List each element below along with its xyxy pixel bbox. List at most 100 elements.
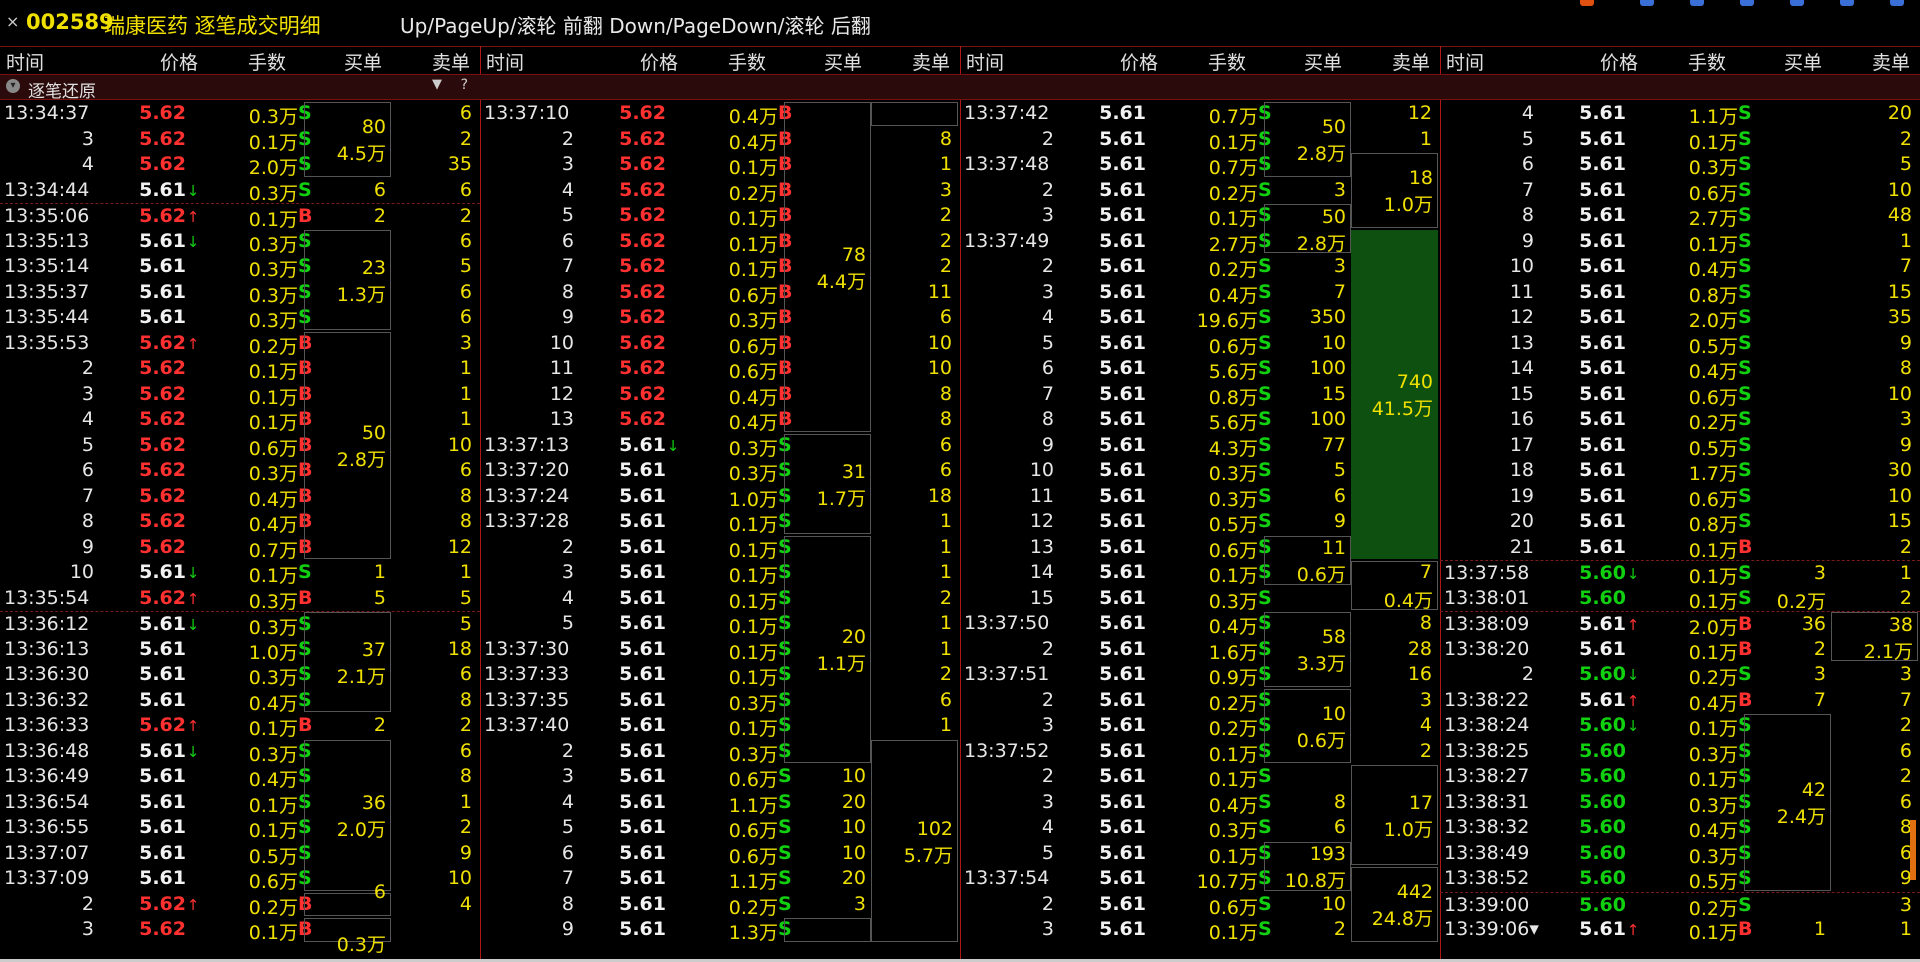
table-row[interactable]: 13:39:00 5.60 0.2万 S 3 [1440, 891, 1920, 920]
sell-order-group[interactable]: 17 1.0万 [1351, 765, 1438, 865]
table-row[interactable]: 2 5.62↑ 0.2万 B 4 [0, 892, 480, 919]
column-header-sell[interactable]: 卖单 [432, 48, 470, 75]
table-row[interactable]: 3 5.62 0.1万 B 1 [0, 382, 480, 409]
column-header-sell[interactable]: 卖单 [1872, 48, 1910, 75]
table-row[interactable]: 13:35:13 5.61↓ 0.3万 S 6 [0, 229, 480, 256]
buy-order-group[interactable]: 0.3万 [304, 918, 391, 956]
table-row[interactable]: 4 5.62 0.2万 B 3 [480, 178, 960, 205]
table-row[interactable]: 13:36:12 5.61↓ 0.3万 S 5 [0, 611, 480, 639]
table-row[interactable]: 9 5.62 0.3万 B 6 [480, 305, 960, 332]
table-row[interactable]: 12 5.61 2.0万 S 35 [1440, 305, 1920, 332]
table-row[interactable]: 11 5.62 0.6万 B 10 [480, 356, 960, 383]
toolbar-icon-4[interactable] [1790, 0, 1804, 6]
buy-order-group[interactable]: 50 2.8万 [1264, 102, 1351, 177]
toolbar-icon-2[interactable] [1690, 0, 1704, 6]
scrollbar-thumb[interactable] [1910, 820, 1916, 880]
table-row[interactable]: 13:36:30 5.61 0.3万 S 6 [0, 662, 480, 689]
toolbar-icon-3[interactable] [1740, 0, 1754, 6]
table-row[interactable]: 4 5.61 0.1万 S 2 [480, 586, 960, 613]
table-row[interactable]: 13:36:32 5.61 0.4万 S 8 [0, 688, 480, 715]
buy-order-group[interactable]: 50 2.8万 [1264, 204, 1351, 255]
table-row[interactable]: 2 5.62 0.1万 B 1 [0, 356, 480, 383]
table-row[interactable]: 10 5.61↓ 0.1万 S 1 1 [0, 560, 480, 587]
table-row[interactable]: 13:35:53 5.62↑ 0.2万 B 3 [0, 331, 480, 358]
table-row[interactable]: 18 5.61 1.7万 S 30 [1440, 458, 1920, 485]
table-row[interactable]: 13:37:07 5.61 0.5万 S 9 [0, 841, 480, 868]
table-row[interactable]: 8 5.62 0.6万 B 11 [480, 280, 960, 307]
table-row[interactable]: 5 5.62 0.6万 B 10 [0, 433, 480, 460]
table-row[interactable]: 13:37:40 5.61 0.1万 S 1 [480, 713, 960, 740]
table-row[interactable]: 13:36:13 5.61 1.0万 S 18 [0, 637, 480, 664]
table-row[interactable]: 13:37:33 5.61 0.1万 S 2 [480, 662, 960, 689]
table-row[interactable]: 5 5.61 0.1万 S 2 [1440, 127, 1920, 154]
toolbar-icon-6[interactable] [1890, 0, 1904, 6]
buy-order-group[interactable]: 58 3.3万 [1264, 612, 1351, 687]
table-row[interactable]: 10 5.62 0.6万 B 10 [480, 331, 960, 358]
table-row[interactable]: 13:36:48 5.61↓ 0.3万 S 6 [0, 739, 480, 766]
table-row[interactable]: 6 5.62 0.1万 B 2 [480, 229, 960, 256]
table-row[interactable]: 13:35:44 5.61 0.3万 S 6 [0, 305, 480, 332]
close-icon[interactable]: × [6, 12, 19, 31]
buy-order-group[interactable]: 37 2.1万 [304, 612, 391, 712]
table-row[interactable]: 3 5.62 0.1万 B 1 [480, 152, 960, 179]
table-row[interactable]: 13:37:42 5.61 0.7万 S 12 [960, 101, 1440, 128]
table-row[interactable]: 20 5.61 0.8万 S 15 [1440, 509, 1920, 536]
table-row[interactable]: 3 5.62 0.1万 B [0, 917, 480, 944]
table-row[interactable]: 13:35:54 5.62↑ 0.3万 B 5 5 [0, 586, 480, 613]
table-row[interactable]: 13:37:20 5.61 0.3万 S 6 [480, 458, 960, 485]
buy-order-group[interactable]: 10 0.6万 [1264, 688, 1351, 763]
table-row[interactable]: 13:38:01 5.60 0.1万 S 2 0.2万 [1440, 586, 1920, 613]
table-row[interactable]: 8 5.61 2.7万 S 48 [1440, 203, 1920, 230]
buy-order-group[interactable]: 42 2.4万 [1744, 714, 1831, 891]
table-row[interactable]: 13:36:49 5.61 0.4万 S 8 [0, 764, 480, 791]
table-row[interactable]: 13:36:54 5.61 0.1万 S 1 [0, 790, 480, 817]
buy-order-group[interactable]: 6 [304, 881, 391, 916]
table-row[interactable]: 4 5.62 2.0万 S 35 [0, 152, 480, 179]
collapse-icon[interactable]: ▾ [6, 79, 20, 93]
column-header-time[interactable]: 时间 [486, 48, 524, 75]
table-row[interactable]: 13:38:22 5.61↑ 0.4万 B 7 7 [1440, 688, 1920, 715]
table-row[interactable]: 13:34:37 5.62 0.3万 S 6 [0, 101, 480, 128]
buy-order-group[interactable]: 50 2.8万 [304, 331, 391, 559]
sell-order-group[interactable]: 102 5.7万 [871, 739, 958, 942]
table-row[interactable]: 7 5.62 0.1万 B 2 [480, 254, 960, 281]
table-row[interactable]: 13:38:25 5.60 0.3万 S 6 [1440, 739, 1920, 766]
restore-label[interactable]: 逐笔还原 [28, 77, 96, 102]
buy-order-group[interactable]: 78 4.4万 [784, 102, 871, 432]
table-row[interactable]: 2 5.62 0.4万 B 8 [480, 127, 960, 154]
sell-order-group[interactable]: 0.4万 [1351, 561, 1438, 612]
buy-order-group[interactable]: 193 10.8万 [1264, 841, 1351, 892]
table-row[interactable]: 13:39:06▾ 5.61↑ 0.1万 B 1 1 [1440, 917, 1920, 944]
table-row[interactable]: 2 5.60↓ 0.2万 S 3 3 [1440, 662, 1920, 689]
sell-order-group[interactable]: 38 2.1万 [1831, 612, 1918, 663]
column-header-time[interactable]: 时间 [1446, 48, 1484, 75]
sell-order-group[interactable] [871, 102, 958, 126]
column-header-volume[interactable]: 手数 [248, 48, 286, 75]
table-row[interactable]: 13:38:52 5.60 0.5万 S 9 [1440, 866, 1920, 893]
table-row[interactable]: 13:35:37 5.61 0.3万 S 6 [0, 280, 480, 307]
table-row[interactable]: 13:35:14 5.61 0.3万 S 5 [0, 254, 480, 281]
buy-order-group[interactable]: 80 4.5万 [304, 102, 391, 177]
table-row[interactable]: 9 5.62 0.7万 B 12 [0, 535, 480, 562]
table-row[interactable]: 14 5.61 0.4万 S 8 [1440, 356, 1920, 383]
table-row[interactable]: 13:37:24 5.61 1.0万 S 18 [480, 484, 960, 511]
table-row[interactable]: 13:37:13 5.61↓ 0.3万 S 6 [480, 433, 960, 460]
column-header-buy[interactable]: 买单 [344, 48, 382, 75]
table-row[interactable]: 10 5.61 0.4万 S 7 [1440, 254, 1920, 281]
table-row[interactable]: 8 5.62 0.4万 B 8 [0, 509, 480, 536]
table-row[interactable]: 3 5.61 0.1万 S 1 [480, 560, 960, 587]
table-row[interactable]: 13:37:52 5.61 0.1万 S 2 [960, 739, 1440, 766]
column-header-price[interactable]: 价格 [640, 48, 678, 75]
table-row[interactable]: 13:36:33 5.62↑ 0.1万 B 2 2 [0, 713, 480, 740]
table-row[interactable]: 13:36:55 5.61 0.1万 S 2 [0, 815, 480, 842]
table-row[interactable]: 16 5.61 0.2万 S 3 [1440, 407, 1920, 434]
table-row[interactable]: 13 5.62 0.4万 B 8 [480, 407, 960, 434]
column-header-volume[interactable]: 手数 [1688, 48, 1726, 75]
sell-order-group[interactable]: 442 24.8万 [1351, 867, 1438, 942]
table-row[interactable]: 13:37:51 5.61 0.9万 S 16 [960, 662, 1440, 689]
column-header-buy[interactable]: 买单 [1304, 48, 1342, 75]
table-row[interactable]: 13:38:31 5.60 0.3万 S 6 [1440, 790, 1920, 817]
table-row[interactable]: 4 5.61 1.1万 S 20 [1440, 101, 1920, 128]
table-row[interactable]: 2 5.61 0.2万 S 3 [960, 688, 1440, 715]
table-row[interactable]: 13:37:58 5.60↓ 0.1万 S 1 3 [1440, 560, 1920, 588]
